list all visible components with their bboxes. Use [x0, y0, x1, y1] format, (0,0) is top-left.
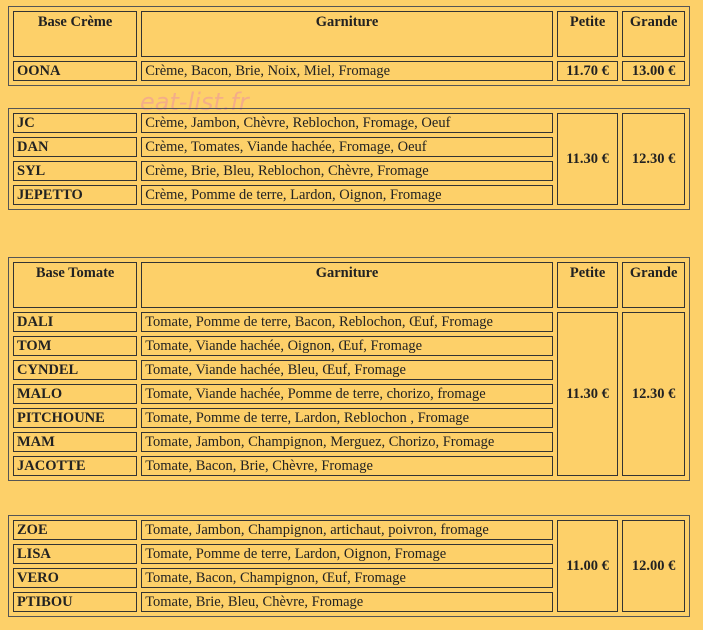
pizza-garniture: Crème, Jambon, Chèvre, Reblochon, Fromag…: [141, 113, 553, 133]
tomate-header-row: Base Tomate Garniture Petite Grande: [13, 262, 685, 308]
price-petite: 11.30 €: [556, 312, 619, 476]
pizza-garniture: Crème, Pomme de terre, Lardon, Oignon, F…: [141, 185, 553, 205]
tomate-grande-header: Grande: [622, 262, 685, 308]
price-grande: 12.30 €: [622, 312, 685, 476]
pizza-name: PTIBOU: [13, 592, 138, 612]
pizza-garniture: Tomate, Pomme de terre, Lardon, Reblocho…: [141, 408, 553, 428]
pizza-garniture: Tomate, Brie, Bleu, Chèvre, Fromage: [141, 592, 553, 612]
creme-header-table: Base Crème Garniture Petite Grande OONA …: [8, 6, 690, 86]
pizza-name: CYNDEL: [13, 360, 138, 380]
table-row: ZOE Tomate, Jambon, Champignon, artichau…: [13, 520, 685, 612]
pizza-garniture: Crème, Brie, Bleu, Reblochon, Chèvre, Fr…: [141, 161, 553, 181]
tomate-table: Base Tomate Garniture Petite Grande DALI…: [8, 257, 690, 481]
pizza-garniture: Tomate, Pomme de terre, Bacon, Reblochon…: [141, 312, 553, 332]
pizza-name: ZOE: [13, 520, 138, 540]
pizza-row-oona: OONA Crème, Bacon, Brie, Noix, Miel, Fro…: [13, 61, 685, 81]
pizza-name: MALO: [13, 384, 138, 404]
pizza-name: OONA: [13, 61, 138, 81]
tomate-garniture-header: Garniture: [141, 262, 553, 308]
creme-grande-header: Grande: [622, 11, 685, 57]
pizza-name: MAM: [13, 432, 138, 452]
pizza-garniture: Tomate, Jambon, Champignon, artichaut, p…: [141, 520, 553, 540]
pizza-name: JACOTTE: [13, 456, 138, 476]
pizza-name: LISA: [13, 544, 138, 564]
price-petite: 11.70 €: [556, 61, 619, 81]
pizza-name: JC: [13, 113, 138, 133]
pizza-garniture: Crème, Bacon, Brie, Noix, Miel, Fromage: [141, 61, 553, 81]
creme-header-row: Base Crème Garniture Petite Grande: [13, 11, 685, 57]
tomate-petite-header: Petite: [556, 262, 619, 308]
creme-petite-header: Petite: [556, 11, 619, 57]
creme-base-header: Base Crème: [13, 11, 138, 57]
pizza-garniture: Tomate, Bacon, Brie, Chèvre, Fromage: [141, 456, 553, 476]
price-petite: 11.00 €: [556, 520, 619, 612]
pizza-name: JEPETTO: [13, 185, 138, 205]
pizza-garniture: Tomate, Viande hachée, Oignon, Œuf, From…: [141, 336, 553, 356]
pizza-garniture: Crème, Tomates, Viande hachée, Fromage, …: [141, 137, 553, 157]
pizza-name: PITCHOUNE: [13, 408, 138, 428]
pizza-name: TOM: [13, 336, 138, 356]
price-petite: 11.30 €: [556, 113, 619, 205]
pizza-garniture: Tomate, Bacon, Champignon, Œuf, Fromage: [141, 568, 553, 588]
price-grande: 12.30 €: [622, 113, 685, 205]
pizza-name: SYL: [13, 161, 138, 181]
pizza-garniture: Tomate, Jambon, Champignon, Merguez, Cho…: [141, 432, 553, 452]
table-row: DALI Tomate, Pomme de terre, Bacon, Rebl…: [13, 312, 685, 476]
pizza-name: DAN: [13, 137, 138, 157]
creme-group-table: JC Crème, Jambon, Chèvre, Reblochon, Fro…: [8, 108, 690, 210]
pizza-garniture: Tomate, Viande hachée, Pomme de terre, c…: [141, 384, 553, 404]
tomate-group2-table: ZOE Tomate, Jambon, Champignon, artichau…: [8, 515, 690, 617]
tomate-base-header: Base Tomate: [13, 262, 138, 308]
table-row: JC Crème, Jambon, Chèvre, Reblochon, Fro…: [13, 113, 685, 205]
pizza-name: VERO: [13, 568, 138, 588]
price-grande: 13.00 €: [622, 61, 685, 81]
pizza-name: DALI: [13, 312, 138, 332]
pizza-garniture: Tomate, Viande hachée, Bleu, Œuf, Fromag…: [141, 360, 553, 380]
pizza-garniture: Tomate, Pomme de terre, Lardon, Oignon, …: [141, 544, 553, 564]
creme-garniture-header: Garniture: [141, 11, 553, 57]
price-grande: 12.00 €: [622, 520, 685, 612]
